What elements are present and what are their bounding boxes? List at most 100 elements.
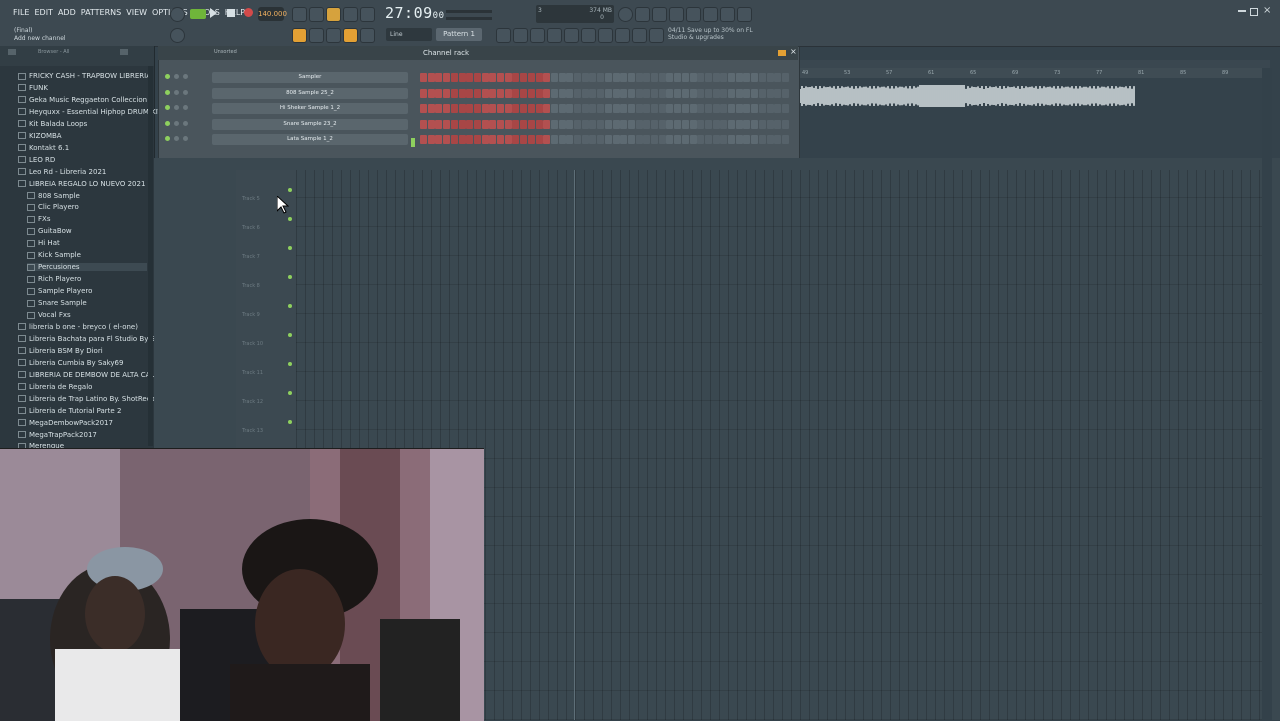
step-button[interactable] — [781, 73, 789, 82]
step-button[interactable] — [443, 119, 451, 129]
step-button[interactable] — [728, 73, 735, 82]
save-icon[interactable] — [686, 7, 701, 22]
step-button[interactable] — [558, 88, 566, 98]
step-button[interactable] — [581, 73, 589, 82]
menu-add[interactable]: ADD — [57, 8, 77, 17]
step-button[interactable] — [735, 104, 743, 114]
step-button[interactable] — [728, 88, 735, 98]
step-button[interactable] — [574, 119, 581, 129]
step-button[interactable] — [604, 135, 612, 145]
step-button[interactable] — [720, 104, 728, 114]
track-label[interactable]: Track 5 — [242, 196, 260, 202]
close-icon[interactable]: × — [1263, 5, 1271, 16]
arrow-right-icon[interactable] — [309, 28, 324, 43]
step-button[interactable] — [743, 73, 751, 82]
step-button[interactable] — [720, 119, 728, 129]
browser-subfolder-item[interactable]: Sample Playero — [27, 287, 147, 295]
channel-knob[interactable] — [183, 120, 188, 126]
snap-select[interactable]: Line — [386, 28, 432, 41]
news-ticker[interactable]: 04/11 Save up to 30% on FL Studio & upgr… — [668, 27, 753, 41]
step-button[interactable] — [574, 73, 581, 82]
step-button[interactable] — [735, 88, 743, 98]
step-button[interactable] — [751, 88, 759, 98]
step-button[interactable] — [781, 119, 789, 129]
browser-subfolder-item[interactable]: 808 Sample — [27, 192, 147, 200]
track-label[interactable]: Track 13 — [242, 428, 263, 434]
step-button[interactable] — [666, 119, 674, 129]
step-button[interactable] — [766, 104, 774, 114]
step-button[interactable] — [512, 135, 520, 145]
step-button[interactable] — [612, 104, 620, 114]
step-button[interactable] — [658, 73, 666, 82]
step-button[interactable] — [681, 73, 689, 82]
channel-name-button[interactable]: Lata Sample 1_2 — [212, 134, 408, 146]
step-button[interactable] — [674, 73, 682, 82]
step-button[interactable] — [458, 119, 466, 129]
rack-close-icon[interactable]: × — [790, 47, 797, 56]
browser-folder-item[interactable]: Leo Rd - Libreria 2021 — [18, 168, 148, 176]
step-button[interactable] — [420, 104, 427, 114]
step-button[interactable] — [512, 73, 520, 82]
step-button[interactable] — [535, 104, 543, 114]
step-button[interactable] — [443, 104, 451, 114]
step-button[interactable] — [481, 88, 489, 98]
step-button[interactable] — [751, 104, 759, 114]
step-button[interactable] — [674, 88, 682, 98]
browser-folder-item[interactable]: Libreria BSM By Diori — [18, 347, 148, 355]
step-button[interactable] — [466, 135, 474, 145]
step-button[interactable] — [473, 135, 481, 145]
step-button[interactable] — [450, 135, 458, 145]
step-button[interactable] — [443, 135, 451, 145]
tempo-tapper-icon[interactable] — [598, 28, 613, 43]
step-button[interactable] — [481, 135, 489, 145]
step-button[interactable] — [435, 135, 443, 145]
step-button[interactable] — [689, 135, 697, 145]
step-button[interactable] — [566, 135, 574, 145]
step-button[interactable] — [728, 135, 735, 145]
step-button[interactable] — [435, 73, 443, 82]
step-button[interactable] — [735, 119, 743, 129]
step-button[interactable] — [420, 88, 427, 98]
step-button[interactable] — [612, 88, 620, 98]
step-button[interactable] — [743, 119, 751, 129]
step-button[interactable] — [574, 88, 581, 98]
browser-scrollbar[interactable] — [148, 66, 153, 446]
browser-options-icon[interactable] — [120, 49, 128, 55]
step-button[interactable] — [635, 119, 643, 129]
step-button[interactable] — [674, 104, 682, 114]
channel-knob[interactable] — [174, 89, 179, 95]
browser-folder-item[interactable]: Libreria de Trap Latino By. ShotRecord — [18, 395, 162, 403]
tool-icon-5[interactable] — [360, 7, 375, 22]
step-button[interactable] — [627, 119, 635, 129]
step-button[interactable] — [427, 104, 435, 114]
tool-icon-2[interactable] — [309, 7, 324, 22]
piano-roll-icon[interactable] — [530, 28, 545, 43]
step-button[interactable] — [643, 104, 651, 114]
step-button[interactable] — [458, 104, 466, 114]
mixer-icon[interactable] — [496, 28, 511, 43]
step-button[interactable] — [473, 88, 481, 98]
step-button[interactable] — [689, 104, 697, 114]
step-button[interactable] — [581, 104, 589, 114]
browser-folder-item[interactable]: libreria b one - breyco ( el-one) — [18, 323, 148, 331]
step-button[interactable] — [589, 135, 597, 145]
step-button[interactable] — [574, 104, 581, 114]
step-button[interactable] — [597, 88, 605, 98]
step-button[interactable] — [504, 73, 512, 82]
browser-folder-item[interactable]: KIZOMBA — [18, 132, 148, 140]
step-button[interactable] — [566, 104, 574, 114]
step-button[interactable] — [535, 88, 543, 98]
step-button[interactable] — [743, 135, 751, 145]
channel-name-button[interactable]: 808 Sample 25_2 — [212, 87, 408, 99]
pencil-icon[interactable] — [326, 28, 341, 43]
step-button[interactable] — [704, 119, 712, 129]
browser-folder-item[interactable]: LIBREIA REGALO LO NUEVO 2021 — [18, 180, 148, 188]
step-button[interactable] — [497, 88, 504, 98]
step-button[interactable] — [712, 135, 720, 145]
track-enable-led[interactable] — [288, 420, 292, 424]
track-enable-led[interactable] — [288, 362, 292, 366]
step-button[interactable] — [643, 73, 651, 82]
step-button[interactable] — [766, 88, 774, 98]
step-button[interactable] — [651, 135, 658, 145]
step-button[interactable] — [450, 104, 458, 114]
